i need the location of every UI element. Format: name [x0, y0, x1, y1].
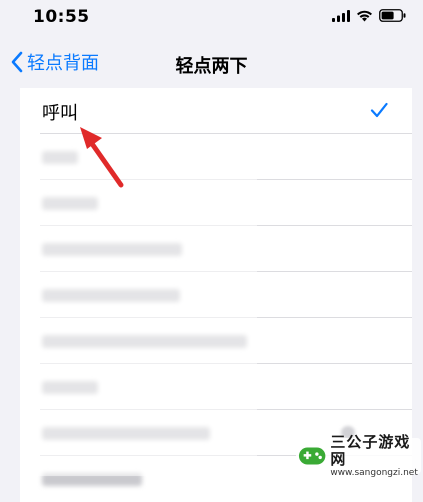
- navigation-bar: 轻点背面 轻点两下: [0, 44, 423, 86]
- wifi-icon: [357, 10, 372, 22]
- battery-icon: [379, 9, 406, 22]
- watermark-text: 三公子游戏网 www.sangongzi.net: [330, 432, 421, 479]
- blur-overlay: [20, 136, 257, 476]
- gamepad-logo-icon: [298, 447, 326, 465]
- checkmark-icon: [370, 102, 388, 118]
- cellular-signal-icon: [332, 9, 350, 22]
- page-title: 轻点两下: [175, 56, 248, 77]
- watermark-url: www.sangongzi.net: [330, 467, 418, 478]
- annotation-arrow: [80, 127, 124, 188]
- watermark-title: 三公子游戏网: [330, 432, 411, 468]
- watermark: 三公子游戏网 www.sangongzi.net: [296, 433, 421, 478]
- list-item-label: 呼叫: [42, 103, 78, 124]
- status-time: 10:55: [33, 7, 90, 27]
- status-bar: 10:55: [0, 0, 423, 38]
- status-icons: [332, 9, 406, 22]
